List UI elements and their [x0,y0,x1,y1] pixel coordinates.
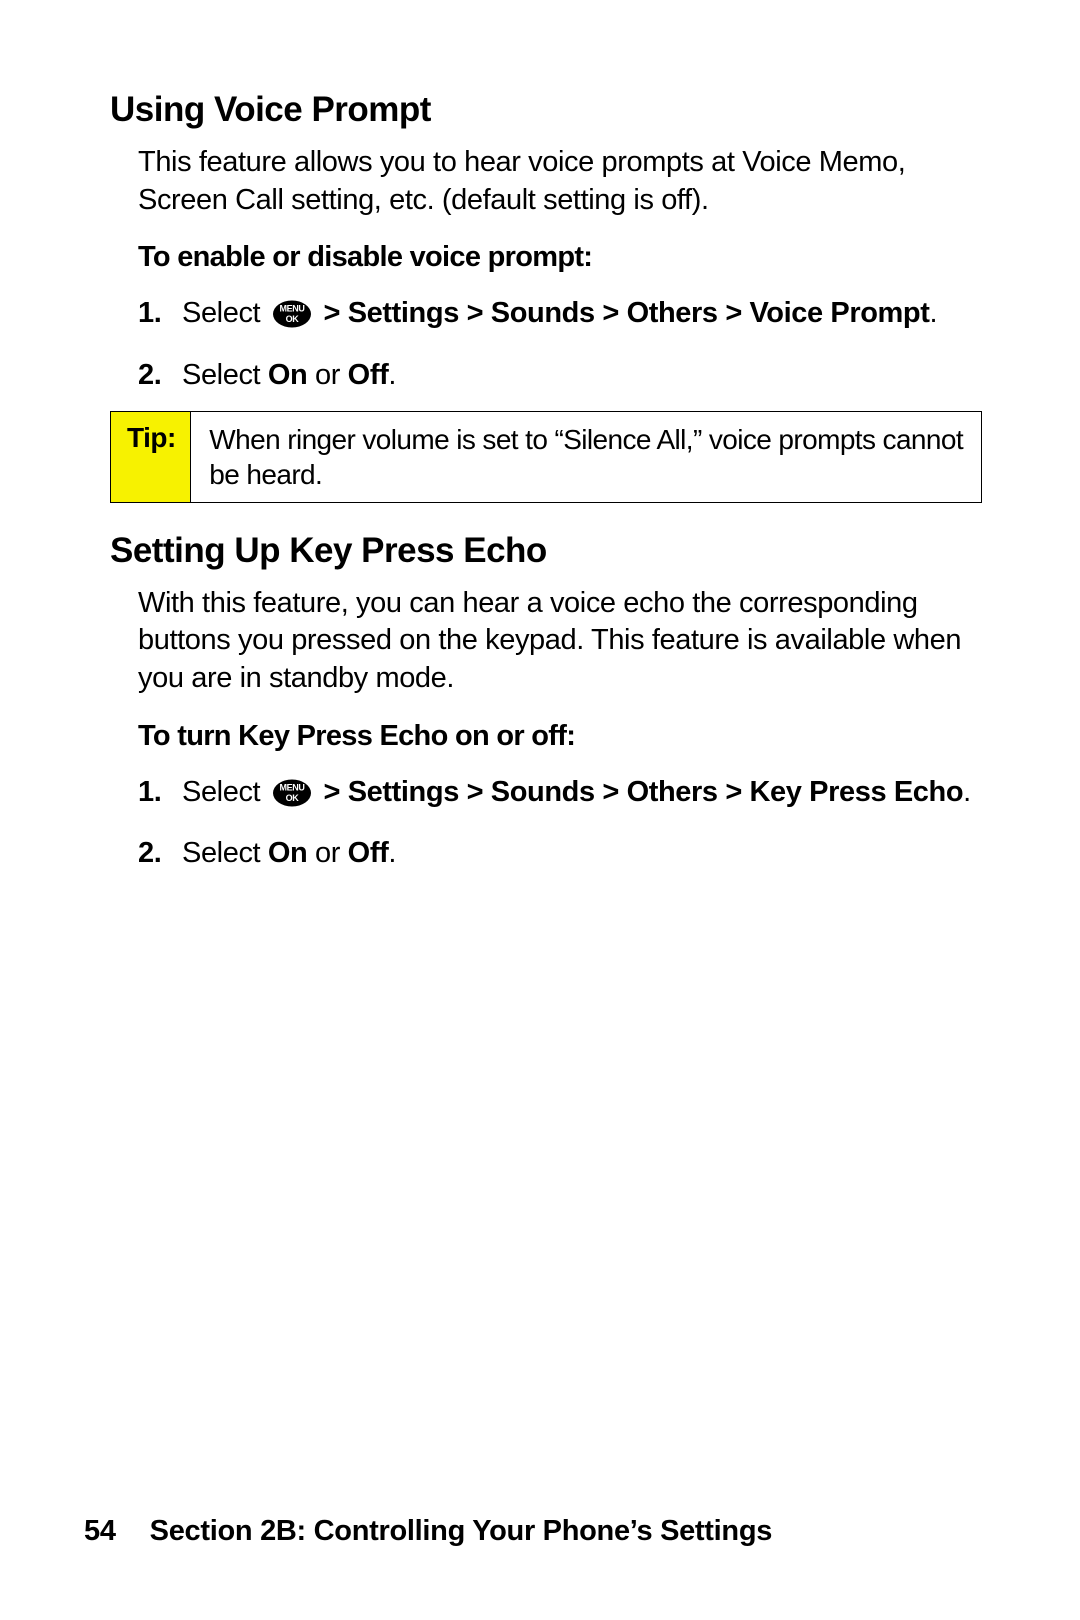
page-number: 54 [84,1515,116,1547]
heading-key-press-echo: Setting Up Key Press Echo [110,531,980,571]
svg-text:OK: OK [286,314,300,324]
subheading-enable-voice-prompt: To enable or disable voice prompt: [138,241,980,274]
tip-box: Tip: When ringer volume is set to “Silen… [110,411,982,503]
gt: > [718,776,750,808]
nav-sounds: Sounds [491,297,595,329]
heading-using-voice-prompt: Using Voice Prompt [110,90,980,130]
gt: > [459,776,491,808]
gt: > [595,776,627,808]
menu-ok-icon: MENUOK [272,779,312,818]
period: . [388,359,396,391]
page-footer: 54 Section 2B: Controlling Your Phone’s S… [84,1515,772,1548]
or: or [307,359,347,391]
step-text: Select [182,776,268,808]
nav-key-press-echo: Key Press Echo [750,776,964,808]
nav-settings: Settings [348,297,459,329]
nav-others: Others [627,776,718,808]
manual-page: Using Voice Prompt This feature allows y… [0,0,1080,1620]
nav-sounds: Sounds [491,776,595,808]
gt: > [595,297,627,329]
period: . [930,297,938,329]
option-off: Off [348,359,389,391]
option-off: Off [348,837,389,869]
intro-voice-prompt: This feature allows you to hear voice pr… [138,144,980,219]
or: or [307,837,347,869]
period: . [963,776,971,808]
step-text: Select [182,297,268,329]
option-on: On [268,359,307,391]
tip-content: When ringer volume is set to “Silence Al… [191,412,981,502]
step-voice-prompt-1: Select MENUOK > Settings > Sounds > Othe… [138,294,980,339]
svg-text:OK: OK [286,793,300,803]
menu-ok-icon: MENUOK [272,300,312,339]
steps-voice-prompt: Select MENUOK > Settings > Sounds > Othe… [138,294,980,394]
step-voice-prompt-2: Select On or Off. [138,356,980,395]
svg-text:MENU: MENU [279,782,304,792]
steps-key-press-echo: Select MENUOK > Settings > Sounds > Othe… [138,773,980,873]
gt: > [459,297,491,329]
intro-key-press-echo: With this feature, you can hear a voice … [138,585,980,698]
nav-voice-prompt: Voice Prompt [750,297,930,329]
step-text: Select [182,359,268,391]
nav-settings: Settings [348,776,459,808]
subheading-key-press-echo: To turn Key Press Echo on or off: [138,720,980,753]
gt: > [718,297,750,329]
section-label: Section 2B: Controlling Your Phone’s Set… [150,1515,772,1547]
gt: > [316,297,348,329]
svg-text:MENU: MENU [279,304,304,314]
step-text: Select [182,837,268,869]
gt: > [316,776,348,808]
option-on: On [268,837,307,869]
period: . [388,837,396,869]
step-key-press-echo-2: Select On or Off. [138,834,980,873]
tip-label: Tip: [111,412,191,502]
nav-others: Others [627,297,718,329]
step-key-press-echo-1: Select MENUOK > Settings > Sounds > Othe… [138,773,980,818]
